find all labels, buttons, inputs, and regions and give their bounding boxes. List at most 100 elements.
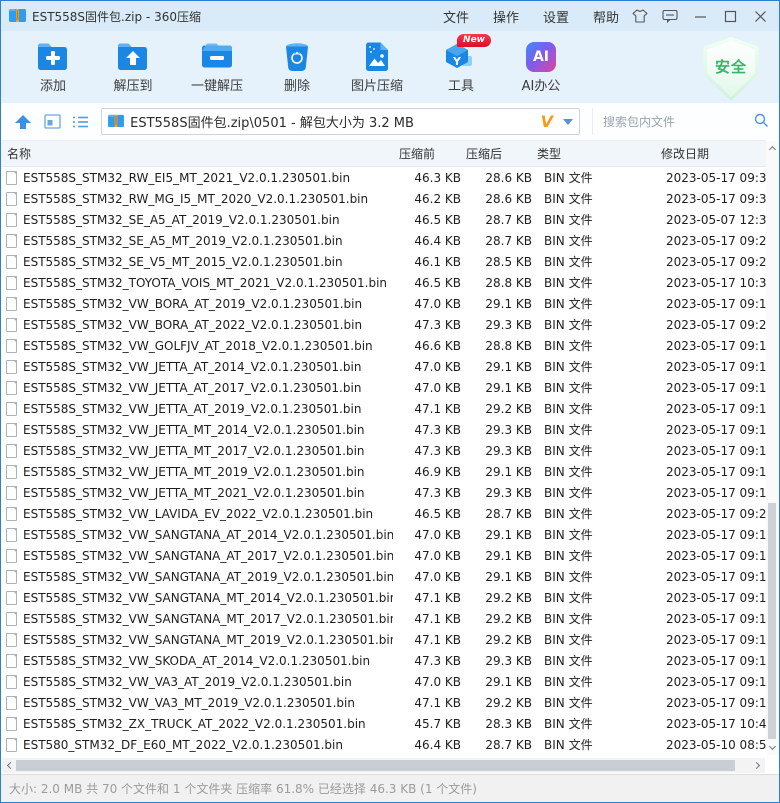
modified-date: 2023-05-17 09:12	[654, 444, 766, 458]
scroll-left-arrow[interactable]	[2, 758, 16, 773]
menu-actions[interactable]: 操作	[481, 7, 531, 26]
horizontal-scrollbar[interactable]	[2, 758, 765, 773]
file-name: EST558S_STM32_VW_LAVIDA_EV_2022_V2.0.1.2…	[23, 507, 373, 521]
minimize-button[interactable]	[689, 5, 711, 27]
chevron-down-icon[interactable]	[563, 119, 573, 125]
file-icon	[6, 633, 17, 647]
table-row[interactable]: EST558S_STM32_VW_SANGTANA_MT_2014_V2.0.1…	[1, 587, 766, 608]
file-type: BIN 文件	[532, 568, 654, 585]
column-header-before[interactable]: 压缩前	[393, 145, 461, 162]
size-before: 46.1 KB	[393, 255, 461, 269]
size-after: 28.3 KB	[461, 717, 532, 731]
table-row[interactable]: EST558S_STM32_SE_A5_MT_2019_V2.0.1.23050…	[1, 230, 766, 251]
table-row[interactable]: EST558S_STM32_VW_JETTA_AT_2019_V2.0.1.23…	[1, 398, 766, 419]
file-type: BIN 文件	[532, 295, 654, 312]
table-row[interactable]: EST558S_STM32_VW_SANGTANA_MT_2019_V2.0.1…	[1, 629, 766, 650]
modified-date: 2023-05-17 09:17	[654, 570, 766, 584]
table-row[interactable]: EST558S_STM32_VW_JETTA_MT_2017_V2.0.1.23…	[1, 440, 766, 461]
one-click-extract-button[interactable]: 一键解压	[173, 36, 261, 98]
table-row[interactable]: EST558S_STM32_VW_SANGTANA_AT_2017_V2.0.1…	[1, 545, 766, 566]
scroll-down-arrow[interactable]	[766, 741, 778, 755]
size-before: 46.9 KB	[393, 465, 461, 479]
table-row[interactable]: EST558S_STM32_VW_JETTA_AT_2014_V2.0.1.23…	[1, 356, 766, 377]
table-row[interactable]: EST558S_STM32_SE_A5_AT_2019_V2.0.1.23050…	[1, 209, 766, 230]
address-input[interactable]: EST558S固件包.zip\0501 - 解包大小为 3.2 MB V	[101, 108, 580, 135]
size-after: 29.3 KB	[461, 444, 532, 458]
file-name: EST558S_STM32_ZX_TRUCK_AT_2022_V2.0.1.23…	[23, 717, 366, 731]
feedback-icon[interactable]	[659, 5, 681, 27]
vertical-scrollbar[interactable]	[766, 141, 778, 755]
table-row[interactable]: EST558S_STM32_VW_BORA_AT_2019_V2.0.1.230…	[1, 293, 766, 314]
file-name: EST558S_STM32_VW_SANGTANA_AT_2019_V2.0.1…	[23, 570, 393, 584]
table-row[interactable]: EST558S_STM32_VW_VA3_AT_2019_V2.0.1.2305…	[1, 671, 766, 692]
skin-shirt-icon[interactable]	[629, 5, 651, 27]
search-input[interactable]	[603, 115, 753, 129]
table-row[interactable]: EST558S_STM32_ZX_TRUCK_AT_2022_V2.0.1.23…	[1, 713, 766, 734]
file-type: BIN 文件	[532, 358, 654, 375]
table-row[interactable]: EST558S_STM32_SE_V5_MT_2015_V2.0.1.23050…	[1, 251, 766, 272]
svg-text:Y: Y	[452, 55, 462, 68]
table-row[interactable]: EST558S_STM32_RW_EI5_MT_2021_V2.0.1.2305…	[1, 167, 766, 188]
table-row[interactable]: EST558S_STM32_VW_SANGTANA_AT_2019_V2.0.1…	[1, 566, 766, 587]
size-before: 47.3 KB	[393, 654, 461, 668]
table-row[interactable]: EST558S_STM32_VW_JETTA_MT_2014_V2.0.1.23…	[1, 419, 766, 440]
size-before: 47.3 KB	[393, 423, 461, 437]
file-name: EST558S_STM32_VW_GOLFJV_AT_2018_V2.0.1.2…	[23, 339, 373, 353]
modified-date: 2023-05-17 09:19	[654, 654, 766, 668]
close-button[interactable]	[749, 5, 771, 27]
table-row[interactable]: EST558S_STM32_VW_SANGTANA_AT_2014_V2.0.1…	[1, 524, 766, 545]
file-type: BIN 文件	[532, 736, 654, 753]
table-row[interactable]: EST558S_STM32_VW_SKODA_AT_2014_V2.0.1.23…	[1, 650, 766, 671]
table-row[interactable]: EST558S_STM32_VW_JETTA_AT_2017_V2.0.1.23…	[1, 377, 766, 398]
file-type: BIN 文件	[532, 484, 654, 501]
security-safe-badge[interactable]: 安全	[701, 37, 761, 101]
up-level-button[interactable]	[9, 109, 38, 135]
menu-help[interactable]: 帮助	[581, 7, 631, 26]
file-name: EST558S_STM32_VW_JETTA_MT_2019_V2.0.1.23…	[23, 465, 365, 479]
image-compress-button[interactable]: 图片压缩	[333, 36, 421, 98]
table-row[interactable]: EST558S_STM32_VW_VA3_MT_2019_V2.0.1.2305…	[1, 692, 766, 713]
table-row[interactable]: EST558S_STM32_VW_BORA_AT_2022_V2.0.1.230…	[1, 314, 766, 335]
table-row[interactable]: EST558S_STM32_VW_LAVIDA_EV_2022_V2.0.1.2…	[1, 503, 766, 524]
table-row[interactable]: EST558S_STM32_VW_SANGTANA_MT_2017_V2.0.1…	[1, 608, 766, 629]
size-before: 47.3 KB	[393, 444, 461, 458]
delete-button[interactable]: 删除	[261, 36, 333, 98]
menu-file[interactable]: 文件	[431, 7, 481, 26]
column-header-type[interactable]: 类型	[532, 145, 654, 162]
maximize-button[interactable]	[719, 5, 741, 27]
table-row[interactable]: EST558S_STM32_TOYOTA_VOIS_MT_2021_V2.0.1…	[1, 272, 766, 293]
file-name: EST558S_STM32_VW_BORA_AT_2019_V2.0.1.230…	[23, 297, 362, 311]
view-mode-icon[interactable]	[38, 109, 67, 135]
table-row[interactable]: EST558S_STM32_VW_JETTA_MT_2019_V2.0.1.23…	[1, 461, 766, 482]
file-icon	[6, 171, 17, 185]
list-view-icon[interactable]	[66, 109, 95, 135]
file-icon	[6, 738, 17, 752]
ai-office-button[interactable]: AI AI办公	[501, 36, 581, 98]
table-row[interactable]: EST580_STM32_DF_E60_MT_2022_V2.0.1.23050…	[1, 734, 766, 755]
column-header-after[interactable]: 压缩后	[461, 145, 532, 162]
window-title: EST558S固件包.zip - 360压缩	[32, 8, 201, 25]
table-row[interactable]: EST558S_STM32_RW_MG_I5_MT_2020_V2.0.1.23…	[1, 188, 766, 209]
security-badge-label: 安全	[701, 37, 761, 101]
tools-button[interactable]: New Y 工具	[421, 36, 501, 98]
size-before: 47.3 KB	[393, 486, 461, 500]
file-name: EST558S_STM32_SE_A5_MT_2019_V2.0.1.23050…	[23, 234, 343, 248]
add-button[interactable]: 添加	[13, 36, 93, 98]
size-after: 29.3 KB	[461, 654, 532, 668]
scroll-right-arrow[interactable]	[751, 758, 765, 773]
file-icon	[6, 234, 17, 248]
table-row[interactable]: EST558S_STM32_VW_GOLFJV_AT_2018_V2.0.1.2…	[1, 335, 766, 356]
column-header-name[interactable]: 名称	[1, 145, 393, 162]
file-icon	[6, 612, 17, 626]
size-after: 29.1 KB	[461, 570, 532, 584]
scroll-up-arrow[interactable]	[766, 141, 778, 155]
file-name: EST558S_STM32_VW_BORA_AT_2022_V2.0.1.230…	[23, 318, 362, 332]
extract-to-button[interactable]: 解压到	[93, 36, 173, 98]
column-header-modified[interactable]: 修改日期	[654, 145, 766, 162]
menu-settings[interactable]: 设置	[531, 7, 581, 26]
table-row[interactable]: EST558S_STM32_VW_JETTA_MT_2021_V2.0.1.23…	[1, 482, 766, 503]
search-icon[interactable]	[753, 112, 769, 132]
file-name: EST558S_STM32_VW_VA3_AT_2019_V2.0.1.2305…	[23, 675, 352, 689]
vertical-scroll-thumb[interactable]	[768, 503, 776, 739]
horizontal-scroll-thumb[interactable]	[16, 760, 735, 771]
